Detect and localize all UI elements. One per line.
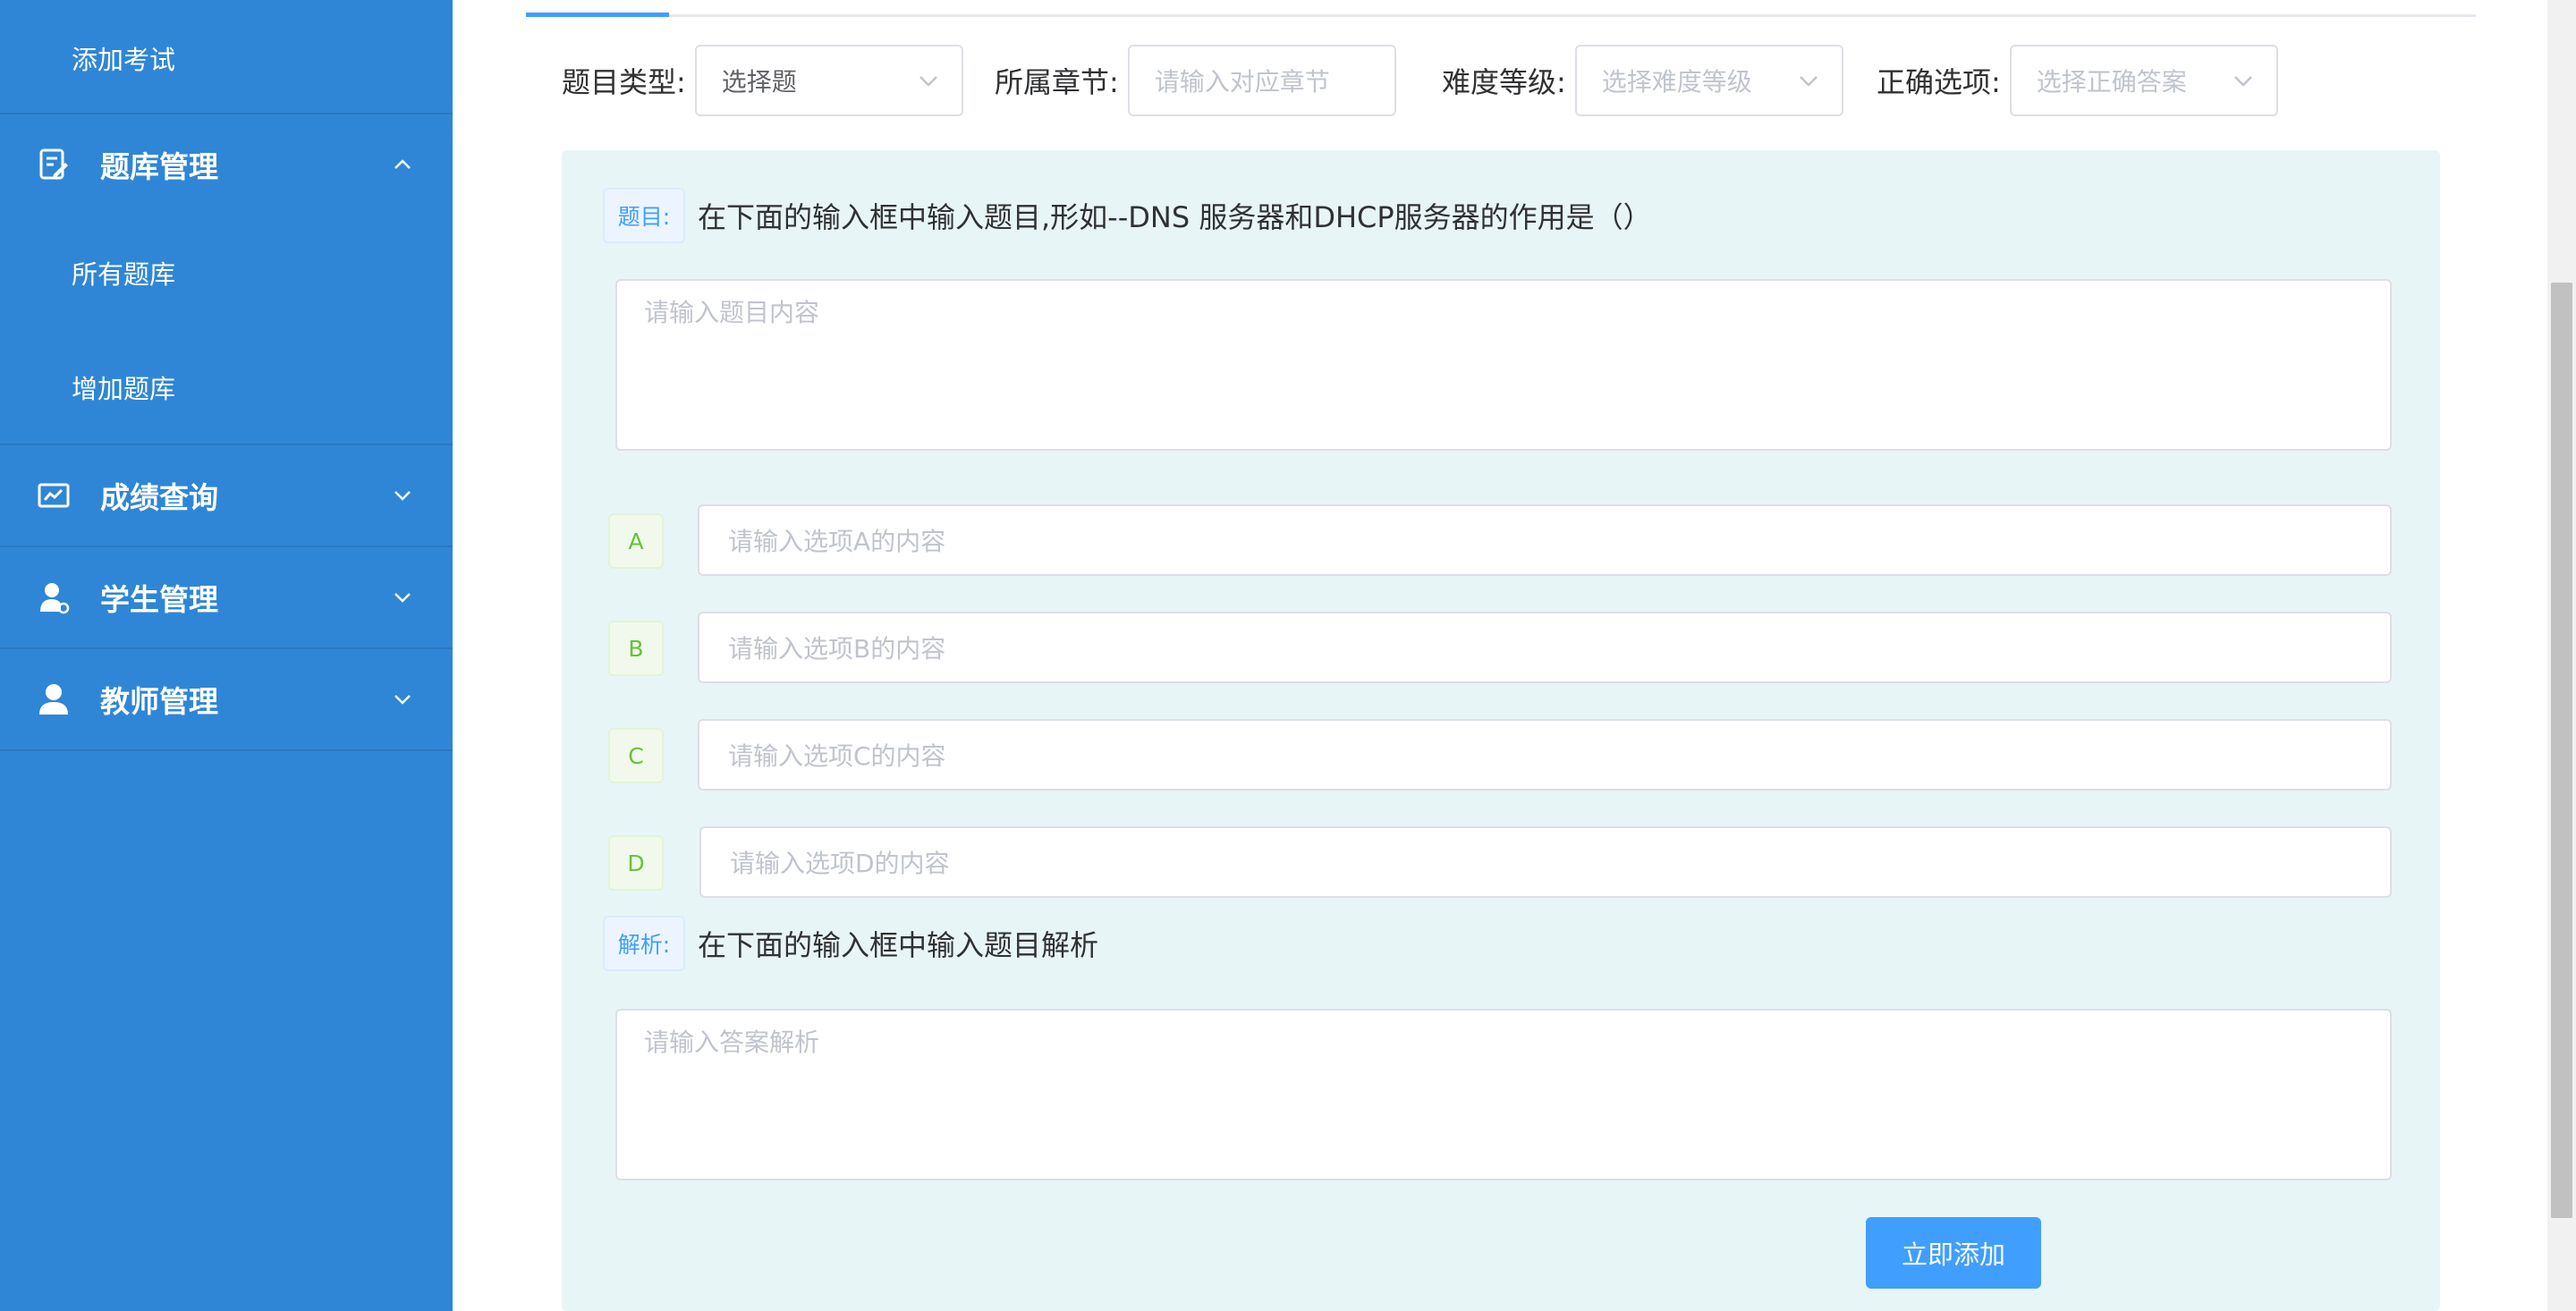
main-content: 题目类型: 选择题 所属章节: 请输入对应章节 难度等级: 选择难度等级 正确选… bbox=[453, 0, 2547, 1311]
sidebar-group-students[interactable]: 学生管理 bbox=[0, 547, 453, 647]
select-placeholder: 选择正确答案 bbox=[2036, 67, 2187, 97]
filter-type: 题目类型: 选择题 bbox=[562, 45, 963, 116]
chevron-down-icon bbox=[919, 76, 937, 87]
scrollbar-thumb[interactable] bbox=[2551, 283, 2572, 1218]
filter-label: 正确选项: bbox=[1877, 65, 2001, 99]
user-icon bbox=[36, 681, 72, 717]
edit-doc-icon bbox=[36, 147, 72, 182]
textarea-placeholder: 请输入答案解析 bbox=[644, 1028, 820, 1057]
input-placeholder: 请输入对应章节 bbox=[1154, 67, 1330, 97]
question-hint: 在下面的输入框中输入题目,形如--DNS 服务器和DHCP服务器的作用是（） bbox=[698, 200, 1652, 234]
scrollbar[interactable] bbox=[2547, 0, 2576, 1311]
sidebar-group-question-bank[interactable]: 题库管理 bbox=[0, 114, 453, 215]
filter-label: 题目类型: bbox=[562, 65, 686, 99]
chevron-down-icon bbox=[2233, 76, 2252, 87]
input-placeholder: 请输入选项A的内容 bbox=[728, 527, 946, 556]
select-placeholder: 选择难度等级 bbox=[1601, 67, 1752, 97]
sidebar-item-add-bank[interactable]: 增加题库 bbox=[0, 331, 453, 444]
filter-label: 所属章节: bbox=[995, 65, 1119, 99]
option-d-tag: D bbox=[608, 835, 664, 891]
option-d-input[interactable]: 请输入选项D的内容 bbox=[699, 826, 2392, 898]
tab-bar-line bbox=[526, 14, 2476, 17]
option-a-input[interactable]: 请输入选项A的内容 bbox=[698, 504, 2392, 576]
chart-card-icon bbox=[36, 478, 72, 513]
sidebar-group-teachers[interactable]: 教师管理 bbox=[0, 649, 453, 749]
filter-chapter: 所属章节: 请输入对应章节 bbox=[995, 45, 1396, 116]
option-b-input[interactable]: 请输入选项B的内容 bbox=[698, 612, 2392, 683]
sidebar-item-label: 添加考试 bbox=[72, 45, 176, 75]
chevron-down-icon bbox=[392, 689, 413, 710]
filter-label: 难度等级: bbox=[1442, 65, 1566, 99]
filter-difficulty: 难度等级: 选择难度等级 bbox=[1442, 45, 1843, 116]
sidebar-group-label: 成绩查询 bbox=[100, 480, 218, 515]
chevron-down-icon bbox=[392, 485, 413, 506]
question-textarea[interactable]: 请输入题目内容 bbox=[615, 279, 2392, 451]
question-tag: 题目: bbox=[603, 188, 685, 243]
option-c-tag: C bbox=[608, 728, 664, 783]
analysis-hint: 在下面的输入框中输入题目解析 bbox=[698, 928, 1099, 962]
chapter-input[interactable]: 请输入对应章节 bbox=[1127, 45, 1396, 116]
select-value: 选择题 bbox=[721, 67, 797, 97]
sidebar-group-label: 教师管理 bbox=[100, 684, 218, 719]
sidebar-item-all-banks[interactable]: 所有题库 bbox=[0, 215, 453, 331]
type-select[interactable]: 选择题 bbox=[694, 45, 963, 116]
input-placeholder: 请输入选项C的内容 bbox=[728, 741, 946, 771]
filter-answer: 正确选项: 选择正确答案 bbox=[1877, 45, 2278, 116]
chevron-down-icon bbox=[392, 587, 413, 608]
sidebar-group-label: 学生管理 bbox=[100, 582, 218, 617]
analysis-textarea[interactable]: 请输入答案解析 bbox=[615, 1009, 2392, 1180]
chevron-up-icon bbox=[392, 154, 413, 175]
input-placeholder: 请输入选项B的内容 bbox=[728, 634, 946, 664]
input-placeholder: 请输入选项D的内容 bbox=[730, 849, 950, 878]
answer-select[interactable]: 选择正确答案 bbox=[2009, 45, 2278, 116]
chevron-down-icon bbox=[1799, 76, 1818, 87]
sidebar-group-label: 题库管理 bbox=[100, 149, 218, 184]
sidebar: 添加考试 题库管理 所有题库 增加题库 成绩查询 学生管理 教师管理 bbox=[0, 0, 453, 1311]
option-c-input[interactable]: 请输入选项C的内容 bbox=[698, 719, 2392, 791]
textarea-placeholder: 请输入题目内容 bbox=[644, 298, 820, 327]
option-b-tag: B bbox=[608, 621, 664, 676]
submit-button[interactable]: 立即添加 bbox=[1866, 1217, 2041, 1289]
divider bbox=[0, 749, 453, 751]
sidebar-group-scores[interactable]: 成绩查询 bbox=[0, 445, 453, 546]
analysis-tag: 解析: bbox=[603, 916, 685, 971]
option-a-tag: A bbox=[608, 513, 664, 569]
sidebar-item-label: 增加题库 bbox=[72, 374, 176, 404]
sidebar-item-label: 所有题库 bbox=[72, 259, 176, 290]
difficulty-select[interactable]: 选择难度等级 bbox=[1574, 45, 1843, 116]
sidebar-item-add-exam[interactable]: 添加考试 bbox=[0, 0, 453, 113]
student-icon bbox=[36, 579, 72, 615]
active-tab-indicator bbox=[526, 13, 669, 17]
